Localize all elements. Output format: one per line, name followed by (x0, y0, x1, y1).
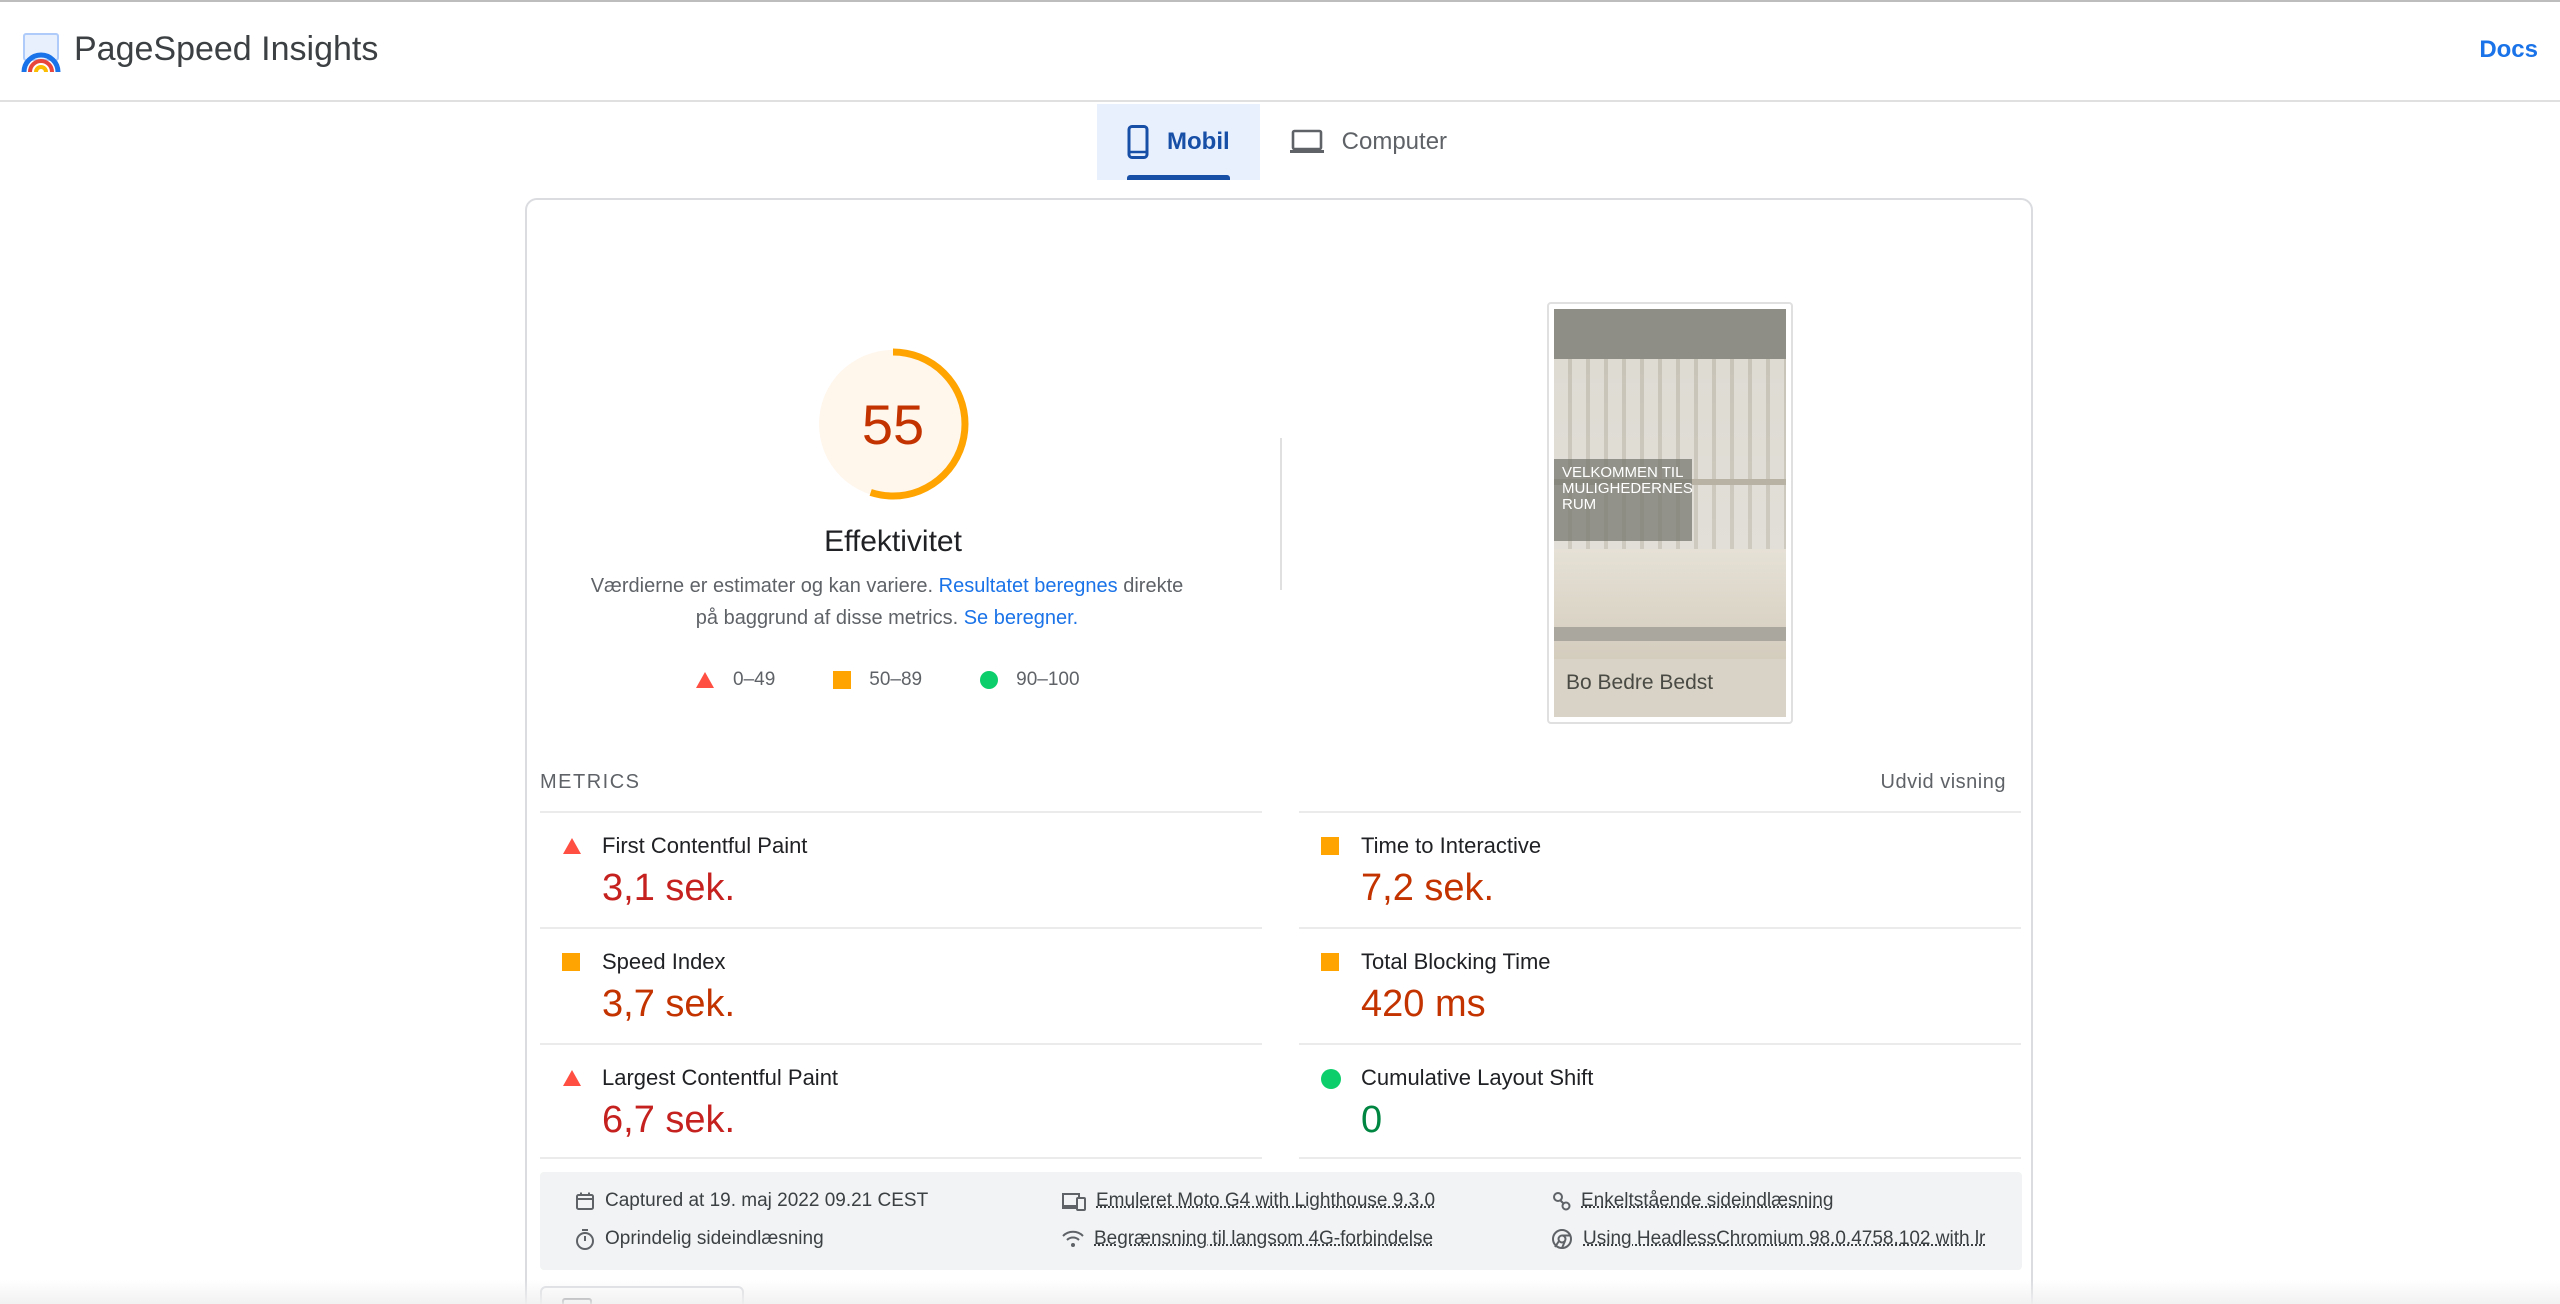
metric-value: 7,2 sek. (1361, 867, 1495, 909)
average-square-icon (1321, 837, 1339, 855)
triangle-icon (696, 672, 714, 688)
metric-value: 3,1 sek. (602, 867, 736, 909)
thumbnail-hero-text: VELKOMMEN TIL MULIGHEDERNES RUM (1562, 464, 1693, 513)
tab-computer[interactable]: Computer (1260, 104, 1477, 180)
metric-cumulative-layout-shift: Cumulative Layout Shift 0 (1299, 1043, 2021, 1159)
metrics-column-right: Time to Interactive 7,2 sek. Total Block… (1299, 811, 2021, 1159)
square-icon (833, 671, 852, 689)
metric-name: Total Blocking Time (1361, 949, 1551, 974)
legend-item-pass: 90–100 (980, 669, 1080, 691)
calendar-icon (576, 1192, 594, 1210)
performance-score: 55 (861, 392, 925, 456)
pagespeed-logo-icon (21, 33, 61, 73)
user-node-icon (1553, 1192, 1571, 1211)
score-description: Værdierne er estimater og kan variere. R… (582, 570, 1192, 634)
metric-time-to-interactive: Time to Interactive 7,2 sek. (1299, 811, 2021, 927)
fail-triangle-icon (563, 1070, 581, 1086)
tab-computer-label: Computer (1341, 128, 1448, 155)
description-text-1: Værdierne er estimater og kan variere. (590, 575, 939, 597)
runtime-captured: Captured at 19. maj 2022 09.21 CEST (575, 1190, 928, 1212)
throttling-text: Begrænsning til langsom 4G-forbindelse (1094, 1228, 1434, 1249)
tab-mobile-label: Mobil (1167, 128, 1230, 155)
thumbnail-heading: Bo Bedre Bedst (1566, 671, 1714, 694)
vertical-divider (1280, 438, 1282, 590)
metric-name: First Contentful Paint (602, 833, 808, 858)
devices-icon (1062, 1193, 1086, 1211)
app-header: PageSpeed Insights Docs (0, 2, 2560, 102)
final-screenshot-thumbnail: VELKOMMEN TIL MULIGHEDERNES RUM Bo Bedre… (1547, 302, 1793, 724)
legend-range-average: 50–89 (869, 669, 923, 690)
metric-largest-contentful-paint: Largest Contentful Paint 6,7 sek. (540, 1043, 1262, 1159)
single-load-text: Enkeltstående sideindlæsning (1581, 1190, 1834, 1211)
emulated-device-text: Emuleret Moto G4 with Lighthouse 9.3.0 (1096, 1190, 1436, 1211)
metric-value: 0 (1361, 1099, 1383, 1141)
metric-value: 6,7 sek. (602, 1099, 736, 1141)
calculated-link[interactable]: Resultatet beregnes (939, 575, 1118, 597)
report-card: 55 Effektivitet Værdierne er estimater o… (525, 198, 2033, 1304)
legend-range-pass: 90–100 (1016, 669, 1080, 690)
smartphone-icon (1127, 125, 1149, 159)
thumbnail-hero-overlay: VELKOMMEN TIL MULIGHEDERNES RUM (1554, 459, 1693, 541)
performance-category-title: Effektivitet (824, 525, 962, 558)
chrome-icon (1552, 1229, 1572, 1249)
runtime-settings: Captured at 19. maj 2022 09.21 CEST Opri… (540, 1172, 2022, 1270)
calculator-link[interactable]: Se beregner. (964, 607, 1079, 629)
thumbnail-site-header (1554, 309, 1786, 359)
metrics-column-left: First Contentful Paint 3,1 sek. Speed In… (540, 811, 1262, 1159)
metric-value: 420 ms (1361, 983, 1486, 1025)
stopwatch-icon (576, 1229, 594, 1250)
metric-value: 3,7 sek. (602, 983, 736, 1025)
runtime-browser[interactable]: Using HeadlessChromium 98.0.4758.102 wit… (1551, 1228, 1985, 1250)
metric-first-contentful-paint: First Contentful Paint 3,1 sek. (540, 811, 1262, 927)
metric-name: Time to Interactive (1361, 833, 1542, 858)
runtime-throttling[interactable]: Begrænsning til langsom 4G-forbindelse (1062, 1228, 1433, 1250)
bottom-fade (0, 1280, 2560, 1304)
laptop-icon (1289, 129, 1324, 153)
pass-circle-icon (1321, 1069, 1341, 1089)
device-tabs: Mobil Computer (1097, 104, 1477, 180)
legend-range-fail: 0–49 (733, 669, 776, 690)
performance-gauge: 55 (814, 345, 972, 503)
average-square-icon (1321, 953, 1339, 971)
circle-icon (980, 671, 999, 689)
legend-item-average: 50–89 (833, 669, 922, 691)
legend-item-fail: 0–49 (695, 669, 775, 691)
thumbnail-band (1554, 627, 1786, 641)
captured-text: Captured at 19. maj 2022 09.21 CEST (605, 1190, 929, 1211)
wifi-icon (1062, 1230, 1084, 1247)
runtime-single-load[interactable]: Enkeltstående sideindlæsning (1551, 1190, 1833, 1212)
average-square-icon (562, 953, 580, 971)
metric-name: Largest Contentful Paint (602, 1065, 839, 1090)
score-legend: 0–49 50–89 90–100 (695, 665, 1138, 695)
fail-triangle-icon (563, 838, 581, 854)
expand-view-toggle[interactable]: Udvid visning (1881, 771, 2006, 794)
metric-name: Cumulative Layout Shift (1361, 1065, 1594, 1090)
docs-link[interactable]: Docs (2479, 36, 2538, 64)
tab-mobile[interactable]: Mobil (1097, 104, 1260, 180)
metric-total-blocking-time: Total Blocking Time 420 ms (1299, 927, 2021, 1043)
initial-load-text: Oprindelig sideindlæsning (605, 1228, 824, 1249)
runtime-emulated-device[interactable]: Emuleret Moto G4 with Lighthouse 9.3.0 (1062, 1190, 1435, 1212)
runtime-initial-load: Oprindelig sideindlæsning (575, 1228, 824, 1250)
app-title: PageSpeed Insights (74, 30, 379, 68)
browser-text: Using HeadlessChromium 98.0.4758.102 wit… (1583, 1228, 1986, 1249)
metrics-section-label: METRICS (540, 771, 641, 793)
metric-name: Speed Index (602, 949, 726, 974)
metric-speed-index: Speed Index 3,7 sek. (540, 927, 1262, 1043)
